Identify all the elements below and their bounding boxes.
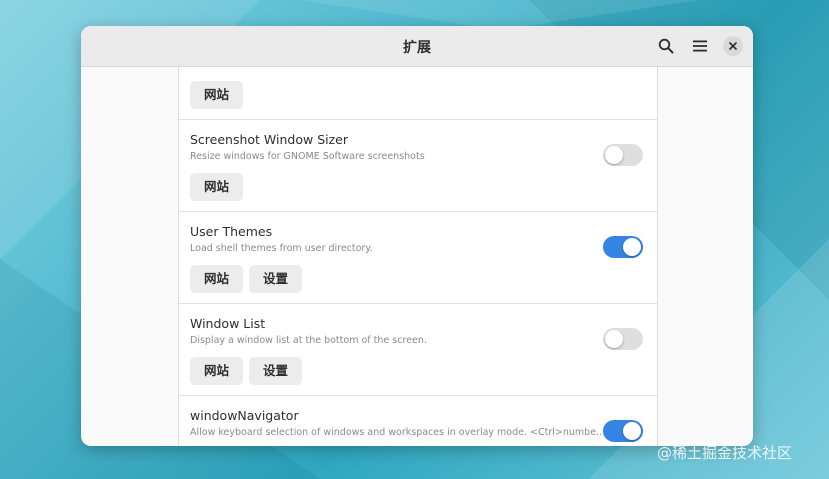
extension-toggle-switch[interactable] bbox=[603, 328, 643, 350]
window-title: 扩展 bbox=[403, 40, 431, 56]
extension-row-window-list: Window List Display a window list at the… bbox=[179, 304, 657, 396]
settings-button[interactable]: 设置 bbox=[249, 265, 303, 293]
extension-name: User Themes bbox=[190, 224, 273, 239]
extension-row: 网站 bbox=[179, 67, 657, 120]
extension-buttons: 网站 设置 bbox=[190, 357, 303, 385]
website-button[interactable]: 网站 bbox=[190, 81, 244, 109]
close-icon bbox=[729, 42, 737, 50]
hamburger-menu-icon bbox=[693, 40, 707, 52]
extension-buttons: 网站 bbox=[190, 81, 244, 109]
settings-button[interactable]: 设置 bbox=[249, 357, 303, 385]
extension-toggle-switch[interactable] bbox=[603, 420, 643, 442]
extension-name: Screenshot Window Sizer bbox=[190, 132, 348, 147]
extensions-list: 网站 Screenshot Window Sizer Resize window… bbox=[178, 67, 658, 446]
website-button[interactable]: 网站 bbox=[190, 265, 244, 293]
extension-name: windowNavigator bbox=[190, 408, 299, 423]
extension-description: Allow keyboard selection of windows and … bbox=[190, 427, 608, 438]
extension-row-screenshot-window-sizer: Screenshot Window Sizer Resize windows f… bbox=[179, 120, 657, 212]
extensions-list-scroll-area[interactable]: 网站 Screenshot Window Sizer Resize window… bbox=[81, 67, 753, 446]
main-menu-button[interactable] bbox=[688, 34, 712, 58]
switch-knob bbox=[605, 146, 623, 164]
switch-knob bbox=[623, 238, 641, 256]
extension-toggle-switch[interactable] bbox=[603, 144, 643, 166]
extension-buttons: 网站 bbox=[190, 173, 244, 201]
extensions-window: 扩展 网站 Screenshot Window Sizer Resize win… bbox=[81, 26, 753, 446]
extension-toggle-switch[interactable] bbox=[603, 236, 643, 258]
extension-description: Display a window list at the bottom of t… bbox=[190, 335, 427, 346]
extension-buttons: 网站 设置 bbox=[190, 265, 303, 293]
switch-knob bbox=[623, 422, 641, 440]
watermark-text: @稀土掘金技术社区 bbox=[657, 444, 793, 462]
extension-description: Load shell themes from user directory. bbox=[190, 243, 373, 254]
extension-row-window-navigator: windowNavigator Allow keyboard selection… bbox=[179, 396, 657, 446]
website-button[interactable]: 网站 bbox=[190, 357, 244, 385]
headerbar: 扩展 bbox=[81, 26, 753, 67]
switch-knob bbox=[605, 330, 623, 348]
extension-row-user-themes: User Themes Load shell themes from user … bbox=[179, 212, 657, 304]
extension-name: Window List bbox=[190, 316, 266, 331]
search-button[interactable] bbox=[654, 34, 678, 58]
search-icon bbox=[658, 38, 674, 54]
close-button[interactable] bbox=[723, 36, 743, 56]
website-button[interactable]: 网站 bbox=[190, 173, 244, 201]
extension-description: Resize windows for GNOME Software screen… bbox=[190, 151, 425, 162]
